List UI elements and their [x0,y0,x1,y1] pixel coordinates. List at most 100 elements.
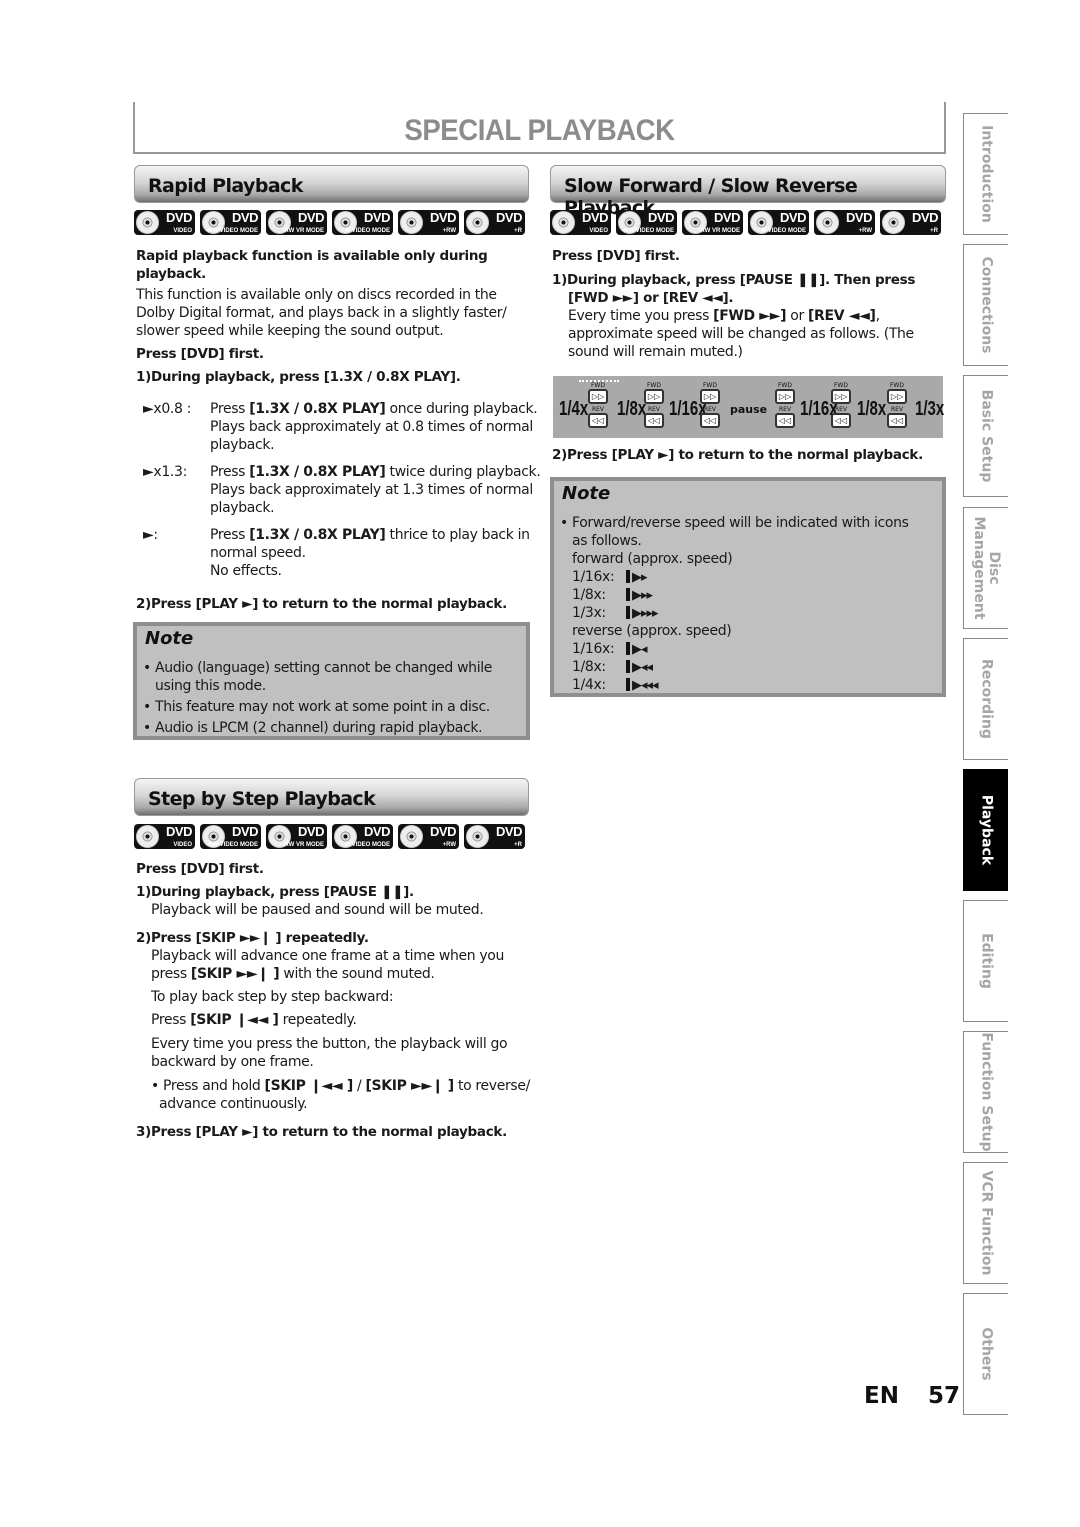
pause-label: pause [730,403,768,416]
forward-speed-label: forward (approx. speed) [572,551,733,567]
rev-icon: ◁◁ [700,413,720,428]
step-hold-1: • Press and hold [SKIP ❙◄◄ ] / [SKIP ►►❙… [151,1078,530,1094]
slow-disc-icons: DVD VIDEO DVD -RW VIDEO MODE DVD -RW VR MOD… [550,210,941,235]
rapid-mode-x13-line3: playback. [210,500,275,516]
rev-icon: ◁◁ [644,413,664,428]
fwd-icon: ▷▷ [644,389,664,404]
page-title: SPECIAL PLAYBACK [404,114,675,147]
side-tab-disc-management[interactable]: Disc Management [963,507,1008,629]
step-playback-header: Step by Step Playback [134,778,529,816]
slow-note-box: Note • Forward/reverse speed will be indi… [550,477,946,697]
fwd-rev-button-pair: FWD ▷▷ REV ◁◁ [830,382,852,430]
dvd-rw-video-mode-icon: DVD -RW VIDEO MODE [200,824,261,849]
slow-step-1b: [FWD ►►] or [REV ◄◄]. [568,290,734,306]
rapid-mode-key-normal: ►: [143,527,158,543]
rapid-playback-title: Rapid Playback [148,175,303,197]
forward-speed-row: 1/16x: ▶▸ [572,569,648,587]
language-code: EN [864,1383,899,1409]
speed-diagram: 1/4x FWD ▷▷ REV ◁◁ 1/8x FWD ▷▷ REV ◁◁ 1/… [553,376,945,438]
dvd-video-icon: DVD VIDEO [550,210,611,235]
step-step-1-desc: Playback will be paused and sound will b… [151,902,484,918]
slow-step-1a: 1)During playback, press [PAUSE ❚❚]. The… [552,272,916,288]
dvd-plus-r-icon: DVD +R [464,210,525,235]
step-every-2: backward by one frame. [151,1054,314,1070]
step-every-1: Every time you press the button, the pla… [151,1036,508,1052]
rapid-mode-x08-line2: Plays back approximately at 0.8 times of… [210,419,533,435]
slow-desc-2: approximate speed will be changed as fol… [568,326,914,342]
rapid-mode-key-x08: ►x0.8 : [143,401,192,417]
side-tab-introduction[interactable]: Introduction [963,113,1008,235]
rapid-mode-x08-line1: Press [1.3X / 0.8X PLAY] once during pla… [210,401,538,417]
step-hold-2: advance continuously. [159,1096,308,1112]
rapid-mode-x13-line2: Plays back approximately at 1.3 times of… [210,482,533,498]
slow-playback-header: Slow Forward / Slow Reverse Playback [550,165,946,219]
fwd-rev-button-pair: FWD ▷▷ REV ◁◁ [774,382,796,430]
step-backward-intro: To play back step by step backward: [151,989,394,1005]
forward-arrow [579,380,619,382]
dvd-video-icon: DVD VIDEO [134,824,195,849]
dvd-video-icon: DVD VIDEO [134,210,195,235]
rapid-note-box: Note • Audio (language) setting cannot be… [133,622,530,740]
slow-press-first: Press [DVD] first. [552,248,680,264]
rapid-playback-header: Rapid Playback [134,165,529,203]
rapid-mode-normal-line1: Press [1.3X / 0.8X PLAY] thrice to play … [210,527,530,543]
reverse-1-8-icon: ▶◂◂ [626,659,653,677]
dvd-plus-rw-icon: DVD +RW [398,210,459,235]
fwd-icon: ▷▷ [775,389,795,404]
side-tab-recording[interactable]: Recording [963,638,1008,760]
speed-label: 1/4x [559,398,589,420]
rapid-press-first: Press [DVD] first. [136,346,264,362]
side-tab-editing[interactable]: Editing [963,900,1008,1022]
rev-icon: ◁◁ [775,413,795,428]
rapid-note-item: • Audio is LPCM (2 channel) during rapid … [143,720,483,736]
step-step-3: 3)Press [PLAY ►] to return to the normal… [136,1124,507,1140]
reverse-speed-label: reverse (approx. speed) [572,623,732,639]
forward-1-3-icon: ▶▸▸▸ [626,605,659,623]
rapid-intro-bold-2: playback. [136,266,206,282]
rapid-desc-1: This function is available only on discs… [136,287,497,303]
side-tab-basic-setup[interactable]: Basic Setup [963,375,1008,497]
speed-label: 1/8x [857,398,887,420]
dvd-plus-r-icon: DVD +R [880,210,941,235]
rapid-mode-x13-line1: Press [1.3X / 0.8X PLAY] twice during pl… [210,464,541,480]
step-step-1: 1)During playback, press [PAUSE ❚❚]. [136,884,414,900]
slow-desc-3: sound will remain muted.) [568,344,743,360]
fwd-rev-button-pair: FWD ▷▷ REV ◁◁ [643,382,665,430]
rapid-mode-x08-line3: playback. [210,437,275,453]
reverse-speed-row: 1/4x: ▶◂◂◂ [572,677,659,693]
forward-1-16-icon: ▶▸ [626,569,648,587]
rapid-mode-normal-line2: normal speed. [210,545,306,561]
fwd-icon: ▷▷ [887,389,907,404]
speed-label: 1/3x [915,398,945,420]
forward-speed-row: 1/8x: ▶▸▸ [572,587,653,605]
side-tab-vcr-function[interactable]: VCR Function [963,1162,1008,1284]
rapid-note-title: Note [145,628,194,649]
dvd-r-video-mode-icon: DVD -R VIDEO MODE [332,210,393,235]
forward-1-8-icon: ▶▸▸ [626,587,653,605]
reverse-1-16-icon: ▶◂ [626,641,648,659]
step-press-first: Press [DVD] first. [136,861,264,877]
rev-icon: ◁◁ [588,413,608,428]
side-tab-function-setup[interactable]: Function Setup [963,1031,1008,1153]
side-tab-playback[interactable]: Playback [963,769,1008,891]
dvd-rw-vr-mode-icon: DVD -RW VR MODE [266,824,327,849]
step-step-2: 2)Press [SKIP ►►❙ ] repeatedly. [136,930,369,946]
reverse-speed-row: 1/8x: ▶◂◂ [572,659,653,677]
slow-note-item: • Forward/reverse speed will be indicated… [560,515,909,531]
rapid-mode-key-x13: ►x1.3: [143,464,187,480]
rapid-mode-normal-line3: No effects. [210,563,282,579]
reverse-speed-row: 1/16x: ▶◂ [572,641,648,659]
rapid-step-1: 1)During playback, press [1.3X / 0.8X PL… [136,369,461,385]
speed-label: 1/8x [617,398,647,420]
side-tab-connections[interactable]: Connections [963,244,1008,366]
side-tab-others[interactable]: Others [963,1293,1008,1415]
fwd-rev-button-pair: FWD ▷▷ REV ◁◁ [886,382,908,430]
dvd-plus-rw-icon: DVD +RW [398,824,459,849]
slow-note-item-cont: as follows. [572,533,642,549]
step-step-2-desc2: press [SKIP ►►❙ ] with the sound muted. [151,966,435,982]
rev-icon: ◁◁ [887,413,907,428]
dvd-plus-rw-icon: DVD +RW [814,210,875,235]
fwd-rev-button-pair: FWD ▷▷ REV ◁◁ [579,380,619,430]
dvd-rw-video-mode-icon: DVD -RW VIDEO MODE [616,210,677,235]
rapid-desc-2: Dolby Digital format, and plays back in … [136,305,507,321]
